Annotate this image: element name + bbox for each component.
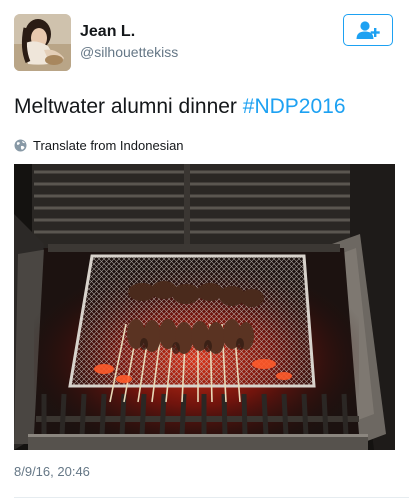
tweet-photo[interactable] bbox=[14, 164, 395, 450]
follow-button[interactable] bbox=[343, 14, 393, 46]
translate-label: Translate from Indonesian bbox=[33, 137, 184, 153]
divider bbox=[14, 497, 409, 498]
follow-user-icon bbox=[356, 21, 380, 39]
avatar[interactable] bbox=[14, 14, 71, 71]
tweet-body: Meltwater alumni dinner bbox=[14, 95, 243, 118]
author-name[interactable]: Jean L. bbox=[80, 23, 135, 41]
author-handle[interactable]: @silhouettekiss bbox=[80, 44, 178, 60]
translate-link[interactable]: Translate from Indonesian bbox=[14, 137, 184, 153]
tweet-timestamp: 8/9/16, 20:46 bbox=[14, 464, 90, 479]
globe-icon bbox=[14, 139, 27, 152]
tweet-text: Meltwater alumni dinner #NDP2016 bbox=[14, 95, 346, 119]
hashtag-link[interactable]: #NDP2016 bbox=[243, 95, 346, 118]
